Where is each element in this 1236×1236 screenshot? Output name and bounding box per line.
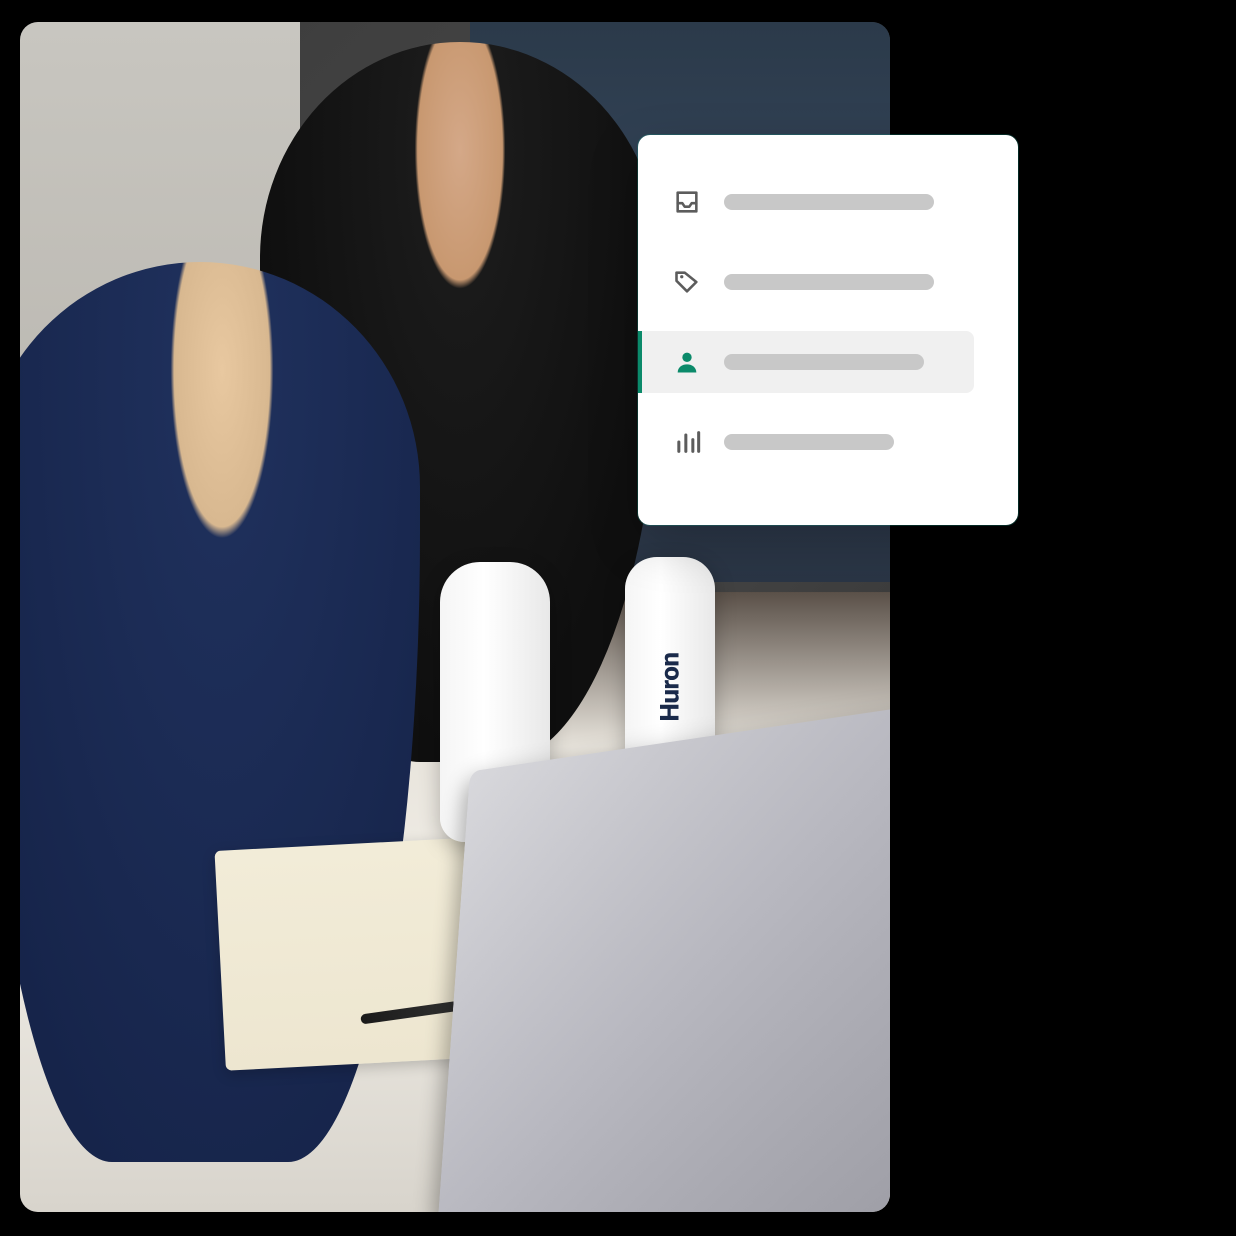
menu-item-label-placeholder	[724, 434, 894, 450]
menu-item-label-placeholder	[724, 194, 934, 210]
person-icon	[672, 347, 702, 377]
chart-icon	[672, 427, 702, 457]
menu-item-label-placeholder	[724, 274, 934, 290]
photo-laptop	[438, 698, 890, 1212]
menu-item-analytics[interactable]	[638, 411, 996, 473]
tag-icon	[672, 267, 702, 297]
inbox-icon	[672, 187, 702, 217]
sidebar-menu-card	[638, 135, 1018, 525]
menu-item-label-placeholder	[724, 354, 924, 370]
menu-item-tags[interactable]	[638, 251, 996, 313]
menu-item-inbox[interactable]	[638, 171, 996, 233]
product-brand-label: Huron	[655, 653, 685, 722]
menu-item-customers[interactable]	[638, 331, 974, 393]
